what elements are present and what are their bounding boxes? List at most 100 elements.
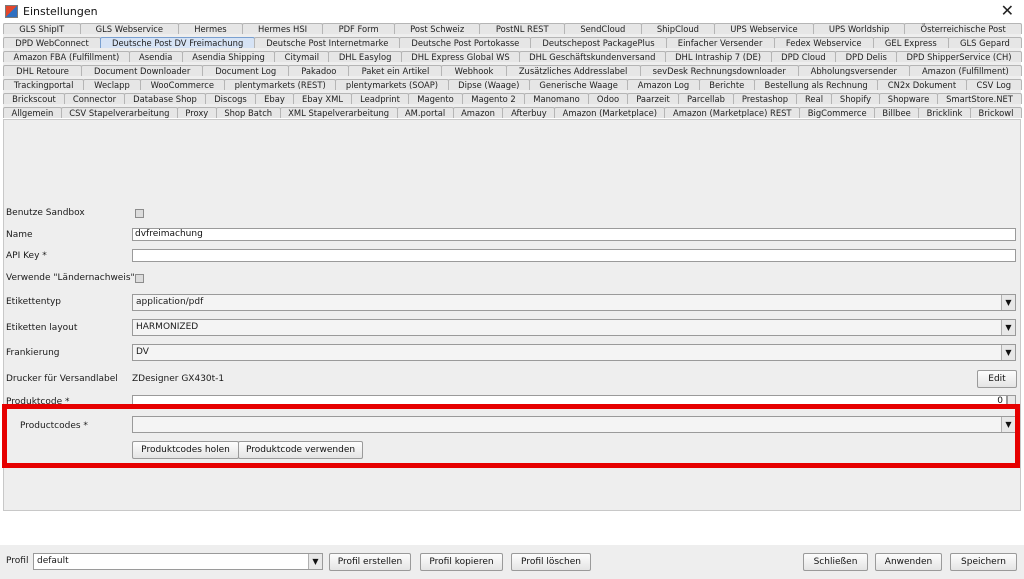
tab-gls-webservice[interactable]: GLS Webservice bbox=[79, 23, 180, 34]
tab-dpd-delis[interactable]: DPD Delis bbox=[835, 51, 898, 62]
tab-zusätzliches-addresslabel[interactable]: Zusätzliches Addresslabel bbox=[505, 65, 641, 76]
tab-asendia[interactable]: Asendia bbox=[128, 51, 183, 62]
tab-bigcommerce[interactable]: BigCommerce bbox=[799, 107, 876, 118]
tab-connector[interactable]: Connector bbox=[64, 93, 125, 104]
tab-citymail[interactable]: Citymail bbox=[274, 51, 330, 62]
apikey-input[interactable] bbox=[132, 249, 1016, 262]
tab-brickowl[interactable]: Brickowl bbox=[969, 107, 1022, 118]
tab-generische-waage[interactable]: Generische Waage bbox=[528, 79, 629, 90]
tab-gls-shipit[interactable]: GLS ShipIT bbox=[3, 23, 81, 34]
tab-einfacher-versender[interactable]: Einfacher Versender bbox=[665, 37, 775, 48]
tab-proxy[interactable]: Proxy bbox=[176, 107, 217, 118]
tab-gel-express[interactable]: GEL Express bbox=[872, 37, 949, 48]
tab-ebay-xml[interactable]: Ebay XML bbox=[293, 93, 352, 104]
sandbox-checkbox[interactable] bbox=[135, 209, 144, 218]
tab-postnl-rest[interactable]: PostNL REST bbox=[479, 23, 566, 34]
tab-pakadoo[interactable]: Pakadoo bbox=[288, 65, 350, 76]
tab-dhl-intraship-7-de-[interactable]: DHL Intraship 7 (DE) bbox=[664, 51, 772, 62]
tab-plentymarkets-rest-[interactable]: plentymarkets (REST) bbox=[223, 79, 337, 90]
tab-real[interactable]: Real bbox=[796, 93, 832, 104]
tab-gls-gepard[interactable]: GLS Gepard bbox=[947, 37, 1022, 48]
tab-ups-webservice[interactable]: UPS Webservice bbox=[714, 23, 814, 34]
frankierung-select[interactable]: DV ▼ bbox=[132, 344, 1016, 361]
tab-dpd-shipperservice-ch-[interactable]: DPD ShipperService (CH) bbox=[896, 51, 1022, 62]
tab-amazon[interactable]: Amazon bbox=[452, 107, 504, 118]
tab-bestellung-als-rechnung[interactable]: Bestellung als Rechnung bbox=[753, 79, 879, 90]
tab-woocommerce[interactable]: WooCommerce bbox=[139, 79, 225, 90]
tab-amazon-fba-fulfillment-[interactable]: Amazon FBA (Fulfillment) bbox=[3, 51, 130, 62]
produktcode-input[interactable]: 0 bbox=[132, 395, 1007, 408]
chevron-down-icon[interactable]: ▼ bbox=[308, 554, 322, 569]
tab-paket-ein-artikel[interactable]: Paket ein Artikel bbox=[348, 65, 443, 76]
tab-deutsche-post-portokasse[interactable]: Deutsche Post Portokasse bbox=[399, 37, 532, 48]
tab-am-portal[interactable]: AM.portal bbox=[396, 107, 454, 118]
tab-shipcloud[interactable]: ShipCloud bbox=[640, 23, 716, 34]
tab-billbee[interactable]: Billbee bbox=[874, 107, 920, 118]
tab-bricklink[interactable]: Bricklink bbox=[918, 107, 971, 118]
produktcodes-holen-button[interactable]: Produktcodes holen bbox=[132, 441, 239, 459]
etikettentyp-select[interactable]: application/pdf ▼ bbox=[132, 294, 1016, 311]
tab-berichte[interactable]: Berichte bbox=[698, 79, 755, 90]
produktcode-spinner[interactable] bbox=[1007, 395, 1016, 408]
tab-fedex-webservice[interactable]: Fedex Webservice bbox=[773, 37, 874, 48]
tab-cn2x-dokument[interactable]: CN2x Dokument bbox=[877, 79, 967, 90]
profil-erstellen-button[interactable]: Profil erstellen bbox=[329, 553, 411, 571]
tab-österreichische-post[interactable]: Österreichische Post bbox=[904, 23, 1022, 34]
tab-amazon-fulfillment-[interactable]: Amazon (Fulfillment) bbox=[908, 65, 1022, 76]
tab-dpd-webconnect[interactable]: DPD WebConnect bbox=[3, 37, 102, 48]
tab-trackingportal[interactable]: Trackingportal bbox=[3, 79, 85, 90]
tab-csv-stapelverarbeitung[interactable]: CSV Stapelverarbeitung bbox=[60, 107, 178, 118]
tab-hermes-hsi[interactable]: Hermes HSI bbox=[241, 23, 324, 34]
tab-smartstore-net[interactable]: SmartStore.NET bbox=[937, 93, 1022, 104]
chevron-down-icon[interactable]: ▼ bbox=[1001, 320, 1015, 335]
chevron-down-icon[interactable]: ▼ bbox=[1001, 417, 1015, 432]
tab-parcellab[interactable]: Parcellab bbox=[678, 93, 734, 104]
tab-afterbuy[interactable]: Afterbuy bbox=[502, 107, 556, 118]
produktcode-verwenden-button[interactable]: Produktcode verwenden bbox=[238, 441, 363, 459]
tab-magento-2[interactable]: Magento 2 bbox=[462, 93, 525, 104]
profil-loeschen-button[interactable]: Profil löschen bbox=[511, 553, 591, 571]
tab-document-downloader[interactable]: Document Downloader bbox=[81, 65, 204, 76]
tab-plentymarkets-soap-[interactable]: plentymarkets (SOAP) bbox=[335, 79, 449, 90]
tab-odoo[interactable]: Odoo bbox=[588, 93, 628, 104]
name-input[interactable]: dvfreimachung bbox=[132, 228, 1016, 241]
tab-sendcloud[interactable]: SendCloud bbox=[564, 23, 642, 34]
etiketten-layout-select[interactable]: HARMONIZED ▼ bbox=[132, 319, 1016, 336]
anwenden-button[interactable]: Anwenden bbox=[875, 553, 942, 571]
schliessen-button[interactable]: Schließen bbox=[803, 553, 868, 571]
tab-shop-batch[interactable]: Shop Batch bbox=[215, 107, 281, 118]
tab-leadprint[interactable]: Leadprint bbox=[351, 93, 409, 104]
tab-dhl-retoure[interactable]: DHL Retoure bbox=[3, 65, 83, 76]
tab-manomano[interactable]: Manomano bbox=[524, 93, 589, 104]
tab-post-schweiz[interactable]: Post Schweiz bbox=[393, 23, 481, 34]
tab-document-log[interactable]: Document Log bbox=[202, 65, 290, 76]
tab-discogs[interactable]: Discogs bbox=[205, 93, 256, 104]
tab-dpd-cloud[interactable]: DPD Cloud bbox=[770, 51, 837, 62]
laendernachweis-checkbox[interactable] bbox=[135, 274, 144, 283]
tab-shopify[interactable]: Shopify bbox=[831, 93, 880, 104]
tab-allgemein[interactable]: Allgemein bbox=[3, 107, 62, 118]
tab-shopware[interactable]: Shopware bbox=[879, 93, 938, 104]
tab-weclapp[interactable]: Weclapp bbox=[83, 79, 141, 90]
tab-brickscout[interactable]: Brickscout bbox=[3, 93, 65, 104]
profil-select[interactable]: default ▼ bbox=[33, 553, 323, 570]
tab-abholungsversender[interactable]: Abholungsversender bbox=[797, 65, 910, 76]
tab-hermes[interactable]: Hermes bbox=[178, 23, 243, 34]
tab-asendia-shipping[interactable]: Asendia Shipping bbox=[181, 51, 276, 62]
speichern-button[interactable]: Speichern bbox=[950, 553, 1017, 571]
tab-amazon-marketplace-[interactable]: Amazon (Marketplace) bbox=[554, 107, 666, 118]
tab-deutschepost-packageplus[interactable]: Deutschepost PackagePlus bbox=[530, 37, 667, 48]
tab-sevdesk-rechnungsdownloader[interactable]: sevDesk Rechnungsdownloader bbox=[639, 65, 799, 76]
tab-prestashop[interactable]: Prestashop bbox=[733, 93, 797, 104]
tab-webhook[interactable]: Webhook bbox=[441, 65, 507, 76]
tab-paarzeit[interactable]: Paarzeit bbox=[627, 93, 679, 104]
tab-amazon-log[interactable]: Amazon Log bbox=[627, 79, 700, 90]
chevron-down-icon[interactable]: ▼ bbox=[1001, 345, 1015, 360]
tab-csv-log[interactable]: CSV Log bbox=[965, 79, 1022, 90]
tab-amazon-marketplace-rest[interactable]: Amazon (Marketplace) REST bbox=[664, 107, 801, 118]
tab-ups-worldship[interactable]: UPS Worldship bbox=[812, 23, 906, 34]
tab-dipse-waage-[interactable]: Dipse (Waage) bbox=[447, 79, 530, 90]
edit-button[interactable]: Edit bbox=[977, 370, 1017, 388]
profil-kopieren-button[interactable]: Profil kopieren bbox=[420, 553, 503, 571]
tab-dhl-express-global-ws[interactable]: DHL Express Global WS bbox=[401, 51, 520, 62]
